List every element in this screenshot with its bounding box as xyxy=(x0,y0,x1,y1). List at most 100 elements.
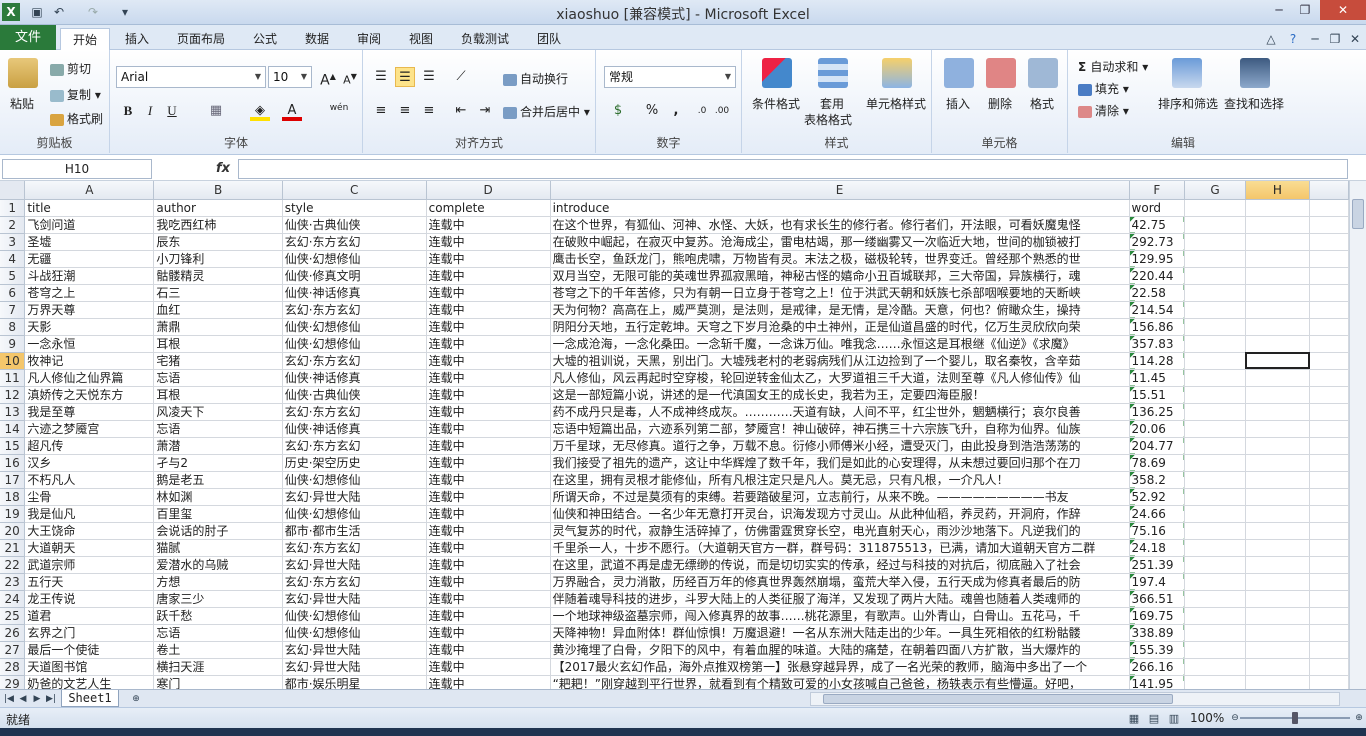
cell[interactable]: 玄幻·东方玄幻 xyxy=(282,352,427,370)
cell[interactable] xyxy=(1245,403,1311,421)
chevron-down-icon[interactable]: ▼ xyxy=(251,67,265,87)
cell[interactable] xyxy=(1184,556,1246,574)
copy-button[interactable]: 复制 ▾ xyxy=(50,86,101,103)
cell[interactable]: 仙侠·神话修真 xyxy=(282,369,427,387)
cell[interactable]: 52.92 xyxy=(1129,488,1186,506)
cell[interactable]: 忘语 xyxy=(153,420,283,438)
cell[interactable] xyxy=(1245,658,1311,676)
row-header[interactable]: 6 xyxy=(0,284,26,302)
row-header[interactable]: 11 xyxy=(0,369,26,387)
cell[interactable] xyxy=(1309,437,1349,455)
cell[interactable] xyxy=(1309,199,1349,217)
cell[interactable]: 连载中 xyxy=(426,284,551,302)
cell[interactable] xyxy=(1184,590,1246,608)
row-header[interactable]: 28 xyxy=(0,658,26,676)
row-header[interactable]: 13 xyxy=(0,403,26,421)
tab-data[interactable]: 数据 xyxy=(296,28,338,50)
cell[interactable]: 猫腻 xyxy=(153,539,283,557)
percent-button[interactable]: % xyxy=(642,101,662,121)
cell-grid[interactable]: A B C D E F G H 1 title author style complet… xyxy=(0,181,1349,689)
cell[interactable]: 横扫天涯 xyxy=(153,658,283,676)
cell[interactable]: 连载中 xyxy=(426,590,551,608)
cell[interactable] xyxy=(1184,216,1246,234)
cell[interactable]: 连载中 xyxy=(426,556,551,574)
cell[interactable]: 玄幻·东方玄幻 xyxy=(282,233,427,251)
cell[interactable] xyxy=(1245,454,1311,472)
phonetic-button[interactable]: wén xyxy=(324,98,354,118)
cell[interactable]: 风凌天下 xyxy=(153,403,283,421)
comma-button[interactable]: , xyxy=(666,101,686,121)
cell[interactable]: 连载中 xyxy=(426,607,551,625)
cell[interactable]: 玄幻·异世大陆 xyxy=(282,556,427,574)
cell[interactable]: 灵气复苏的时代，寂静生活碎掉了，仿佛雷霆贯穿长空，电光直射天心，雨沙沙地落下。凡… xyxy=(550,522,1130,540)
cell[interactable]: 78.69 xyxy=(1129,454,1186,472)
cell[interactable] xyxy=(1309,352,1349,370)
cell[interactable]: 武道宗师 xyxy=(24,556,155,574)
cell[interactable] xyxy=(1184,318,1246,336)
zoom-level[interactable]: 100% xyxy=(1190,711,1224,725)
fill-button[interactable]: 填充 ▾ xyxy=(1078,80,1129,97)
cell[interactable]: 忘语中短篇出品，六迹系列第二部，梦魇宫！神山破碎，神石携三十六宗族飞升，自称为仙… xyxy=(550,420,1130,438)
minimize-ribbon-icon[interactable]: △ xyxy=(1262,30,1280,48)
cell[interactable]: 玄界之门 xyxy=(24,624,155,642)
cell[interactable]: 龙王传说 xyxy=(24,590,155,608)
cell[interactable]: 这是一部短篇小说，讲述的是一代滇国女王的成长史，我若为王，定要四海臣服！ xyxy=(550,386,1130,404)
cell[interactable]: 玄幻·异世大陆 xyxy=(282,488,427,506)
chevron-down-icon[interactable]: ▼ xyxy=(721,67,735,87)
cell[interactable]: style xyxy=(282,199,427,217)
cell[interactable]: 我是仙凡 xyxy=(24,505,155,523)
cell[interactable]: 156.86 xyxy=(1129,318,1186,336)
cell[interactable]: 爱潜水的乌贼 xyxy=(153,556,283,574)
row-header[interactable]: 5 xyxy=(0,267,26,285)
cell[interactable] xyxy=(1184,386,1246,404)
formula-input[interactable] xyxy=(238,159,1348,179)
cell[interactable] xyxy=(1245,471,1311,489)
cell[interactable] xyxy=(1309,505,1349,523)
cell[interactable]: 连载中 xyxy=(426,488,551,506)
cell[interactable]: 不朽凡人 xyxy=(24,471,155,489)
cell[interactable] xyxy=(1184,335,1246,353)
cell[interactable] xyxy=(1309,607,1349,625)
cell[interactable]: 仙侠·神话修真 xyxy=(282,420,427,438)
first-sheet-icon[interactable]: |◀ xyxy=(2,691,16,707)
increase-indent-button[interactable]: ⇥ xyxy=(475,101,495,121)
cell[interactable]: 仙侠·古典仙侠 xyxy=(282,386,427,404)
cell[interactable] xyxy=(1245,301,1311,319)
cell[interactable] xyxy=(1309,386,1349,404)
workbook-minimize-icon[interactable]: ─ xyxy=(1306,30,1324,48)
cell[interactable]: 在这里，拥有灵根才能修仙，所有凡根注定只是凡人。莫无忌，只有凡根，一介凡人！ xyxy=(550,471,1130,489)
cell[interactable]: 20.06 xyxy=(1129,420,1186,438)
row-header[interactable]: 7 xyxy=(0,301,26,319)
close-button[interactable]: ✕ xyxy=(1320,0,1366,20)
cell[interactable] xyxy=(1309,471,1349,489)
cell[interactable]: 天影 xyxy=(24,318,155,336)
cell[interactable]: 孑与2 xyxy=(153,454,283,472)
cell[interactable]: “耙耙！”刚穿越到平行世界，就看到有个精致可爱的小女孩喊自己爸爸，杨轶表示有些懵… xyxy=(550,675,1130,689)
orientation-button[interactable]: ⟋ xyxy=(451,67,471,87)
row-header[interactable]: 8 xyxy=(0,318,26,336)
cell[interactable]: 连载中 xyxy=(426,437,551,455)
cell[interactable]: 仙侠·幻想修仙 xyxy=(282,471,427,489)
cell[interactable] xyxy=(1245,199,1311,217)
cell[interactable]: 366.51 xyxy=(1129,590,1186,608)
row-header[interactable]: 19 xyxy=(0,505,26,523)
cell[interactable]: word xyxy=(1129,199,1186,217)
cell[interactable]: 方想 xyxy=(153,573,283,591)
tab-team[interactable]: 团队 xyxy=(528,28,570,50)
cell[interactable]: 石三 xyxy=(153,284,283,302)
cell[interactable] xyxy=(1309,420,1349,438)
cell[interactable] xyxy=(1309,301,1349,319)
cell[interactable]: 玄幻·东方玄幻 xyxy=(282,301,427,319)
align-middle-button[interactable]: ☰ xyxy=(395,67,415,87)
borders-button[interactable]: ▦ xyxy=(206,101,226,121)
workbook-close-icon[interactable]: ✕ xyxy=(1346,30,1364,48)
merge-center-button[interactable]: 合并后居中 ▾ xyxy=(503,103,590,120)
cell[interactable]: 阴阳分天地，五行定乾坤。天穹之下岁月沧桑的中土神州，正是仙道昌盛的时代，亿万生灵… xyxy=(550,318,1130,336)
cell[interactable]: 五行天 xyxy=(24,573,155,591)
minimize-button[interactable]: ─ xyxy=(1266,0,1292,20)
help-icon[interactable]: ? xyxy=(1284,30,1302,48)
cell[interactable] xyxy=(1309,488,1349,506)
row-header[interactable]: 17 xyxy=(0,471,26,489)
cell[interactable] xyxy=(1245,675,1311,689)
horizontal-scrollbar[interactable] xyxy=(810,692,1340,706)
